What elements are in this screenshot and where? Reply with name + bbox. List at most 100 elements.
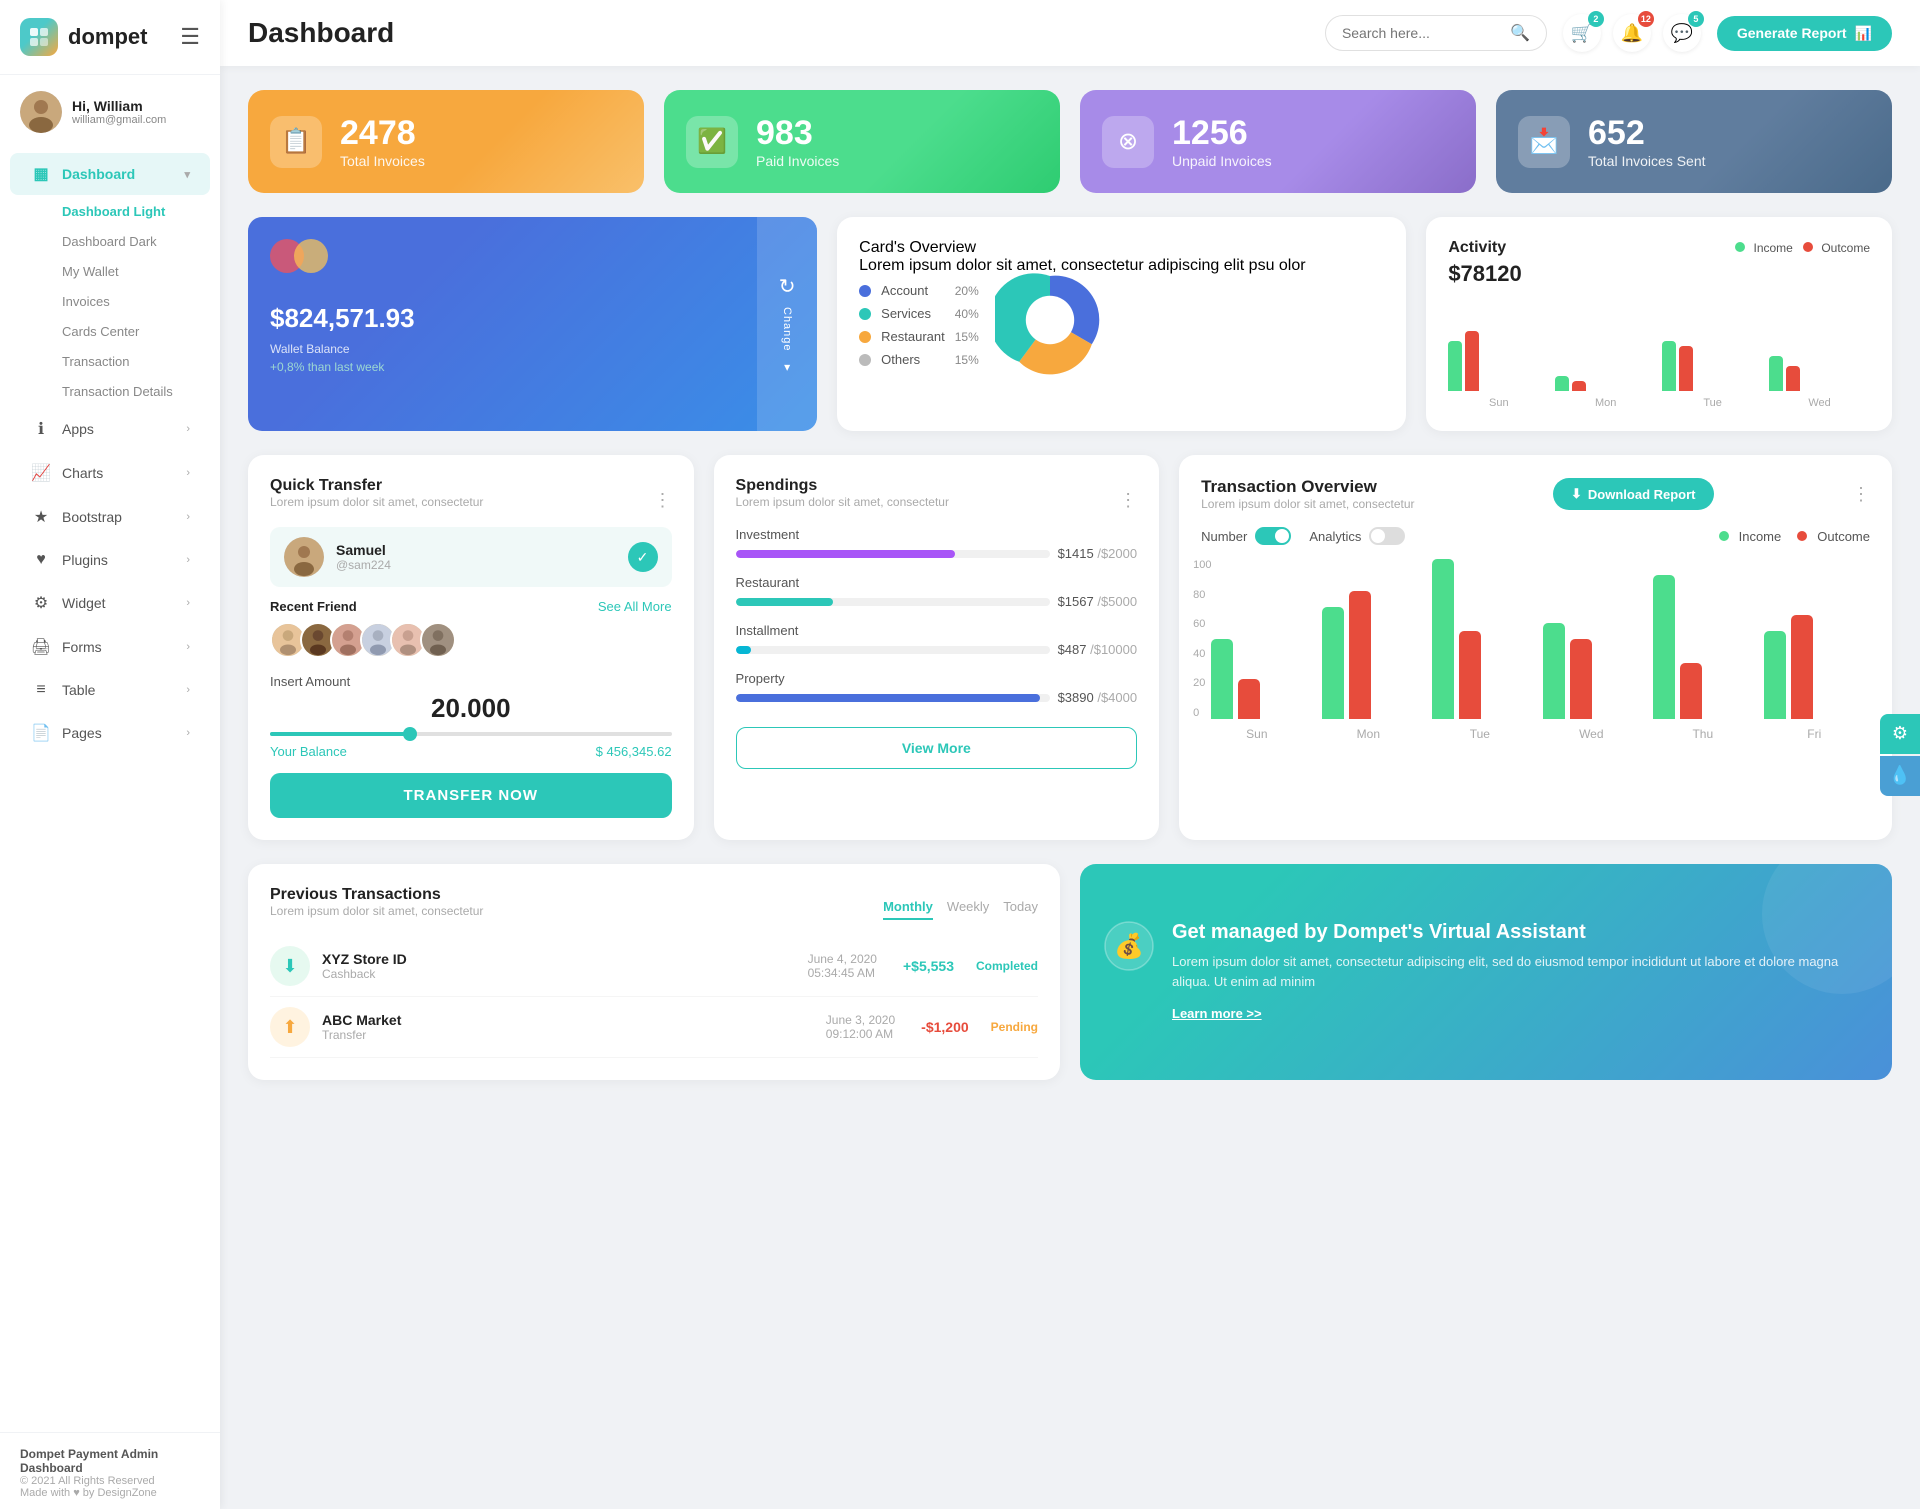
sidebar-item-plugins[interactable]: ♥ Plugins ›: [10, 540, 210, 580]
to-header: Transaction Overview Lorem ipsum dolor s…: [1201, 477, 1870, 511]
pct-restaurant: 15%: [955, 330, 979, 344]
income-legend: Income: [1735, 239, 1793, 257]
label-others: Others: [881, 352, 920, 367]
generate-report-icon: 📊: [1855, 25, 1872, 42]
submenu-cards-center[interactable]: Cards Center: [42, 317, 210, 346]
view-more-button[interactable]: View More: [736, 727, 1138, 769]
widget-label: Widget: [62, 595, 106, 611]
tab-today[interactable]: Today: [1003, 899, 1038, 920]
tx-time-1: 05:34:45 AM: [808, 966, 877, 980]
sidebar-item-table[interactable]: ≡ Table ›: [10, 670, 210, 710]
cart-badge: 2: [1588, 11, 1604, 27]
submenu-transaction-details[interactable]: Transaction Details: [42, 377, 210, 406]
spending-investment-bar-bg: [736, 550, 1050, 558]
pt-tabs: Monthly Weekly Today: [883, 899, 1038, 920]
search-input[interactable]: [1342, 25, 1502, 41]
sidebar-item-dashboard[interactable]: ▦ Dashboard ▾: [10, 153, 210, 195]
sidebar-item-bootstrap[interactable]: ★ Bootstrap ›: [10, 496, 210, 538]
bootstrap-label: Bootstrap: [62, 509, 122, 525]
transaction-overview-menu-icon[interactable]: ⋮: [1852, 484, 1870, 505]
to-income-label: Income: [1739, 529, 1782, 544]
submenu-my-wallet[interactable]: My Wallet: [42, 257, 210, 286]
submenu-dashboard-light[interactable]: Dashboard Light: [42, 197, 210, 226]
spending-property-amount: $3890 /$4000: [1058, 690, 1138, 705]
stat-number-unpaid: 1256: [1172, 114, 1272, 153]
y-label-40: 40: [1193, 648, 1211, 660]
plugins-icon: ♥: [30, 551, 52, 569]
dot-account: [859, 285, 871, 297]
amount-slider[interactable]: [270, 732, 672, 736]
person-info: Samuel @sam224: [336, 542, 391, 572]
download-report-button[interactable]: ⬇ Download Report: [1553, 478, 1714, 510]
dashboard-icon: ▦: [30, 164, 52, 184]
hamburger-menu[interactable]: ☰: [180, 24, 200, 50]
bar-group-mon: [1555, 376, 1656, 391]
submenu-dashboard-dark[interactable]: Dashboard Dark: [42, 227, 210, 256]
toggle-analytics-switch[interactable]: [1369, 527, 1405, 545]
dot-services: [859, 308, 871, 320]
chevron-right-icon: ›: [186, 597, 190, 609]
to-legend: Income Outcome: [1719, 529, 1870, 544]
pie-chart: [995, 265, 1105, 375]
spendings-menu-icon[interactable]: ⋮: [1119, 490, 1137, 511]
sidebar-item-pages[interactable]: 📄 Pages ›: [10, 712, 210, 754]
y-label-100: 100: [1193, 559, 1211, 571]
sidebar-item-forms[interactable]: 🖨 Forms ›: [10, 626, 210, 668]
your-balance-row: Your Balance $ 456,345.62: [270, 744, 672, 759]
sidebar-item-widget[interactable]: ⚙ Widget ›: [10, 582, 210, 624]
toggle-number: Number: [1201, 527, 1291, 545]
spending-installment-bar-fill: [736, 646, 752, 654]
sidebar-item-apps[interactable]: ℹ Apps ›: [10, 408, 210, 450]
submenu-transaction[interactable]: Transaction: [42, 347, 210, 376]
wallet-change-panel[interactable]: ↻ Change ▾: [757, 217, 817, 431]
spending-restaurant-bar-row: $1567 /$5000: [736, 594, 1138, 609]
wallet-overview-row: $824,571.93 Wallet Balance +0,8% than la…: [248, 217, 1892, 431]
lbc-label-thu: Thu: [1647, 727, 1758, 741]
label-sun: Sun: [1448, 397, 1549, 409]
submenu-invoices[interactable]: Invoices: [42, 287, 210, 316]
float-settings-button[interactable]: ⚙: [1880, 714, 1920, 754]
quick-transfer-card: Quick Transfer Lorem ipsum dolor sit ame…: [248, 455, 694, 840]
logo-text: dompet: [68, 24, 147, 50]
y-label-60: 60: [1193, 618, 1211, 630]
lbc-group-sun: [1211, 639, 1307, 719]
qt-title: Quick Transfer: [270, 477, 483, 495]
user-section: Hi, William william@gmail.com: [0, 75, 220, 143]
person-handle: @sam224: [336, 558, 391, 572]
chevron-right-icon: ›: [186, 467, 190, 479]
messages-button[interactable]: 💬 5: [1663, 14, 1701, 52]
chevron-right-icon: ›: [186, 727, 190, 739]
person-name: Samuel: [336, 542, 391, 558]
wallet-balance-label: Wallet Balance: [270, 342, 735, 356]
spending-investment-bar-fill: [736, 550, 956, 558]
to-subtitle: Lorem ipsum dolor sit amet, consectetur: [1201, 497, 1414, 511]
table-label: Table: [62, 682, 95, 698]
see-all-link[interactable]: See All More: [598, 599, 672, 614]
chevron-right-icon: ›: [186, 423, 190, 435]
toggle-number-switch[interactable]: [1255, 527, 1291, 545]
tab-weekly[interactable]: Weekly: [947, 899, 989, 920]
card-overview-title: Card's Overview: [859, 239, 1384, 257]
chevron-right-icon: ›: [186, 554, 190, 566]
sidebar-item-charts[interactable]: 📈 Charts ›: [10, 452, 210, 494]
tab-monthly[interactable]: Monthly: [883, 899, 933, 920]
chevron-right-icon: ›: [186, 511, 190, 523]
dot-restaurant: [859, 331, 871, 343]
float-water-button[interactable]: 💧: [1880, 756, 1920, 796]
wallet-change-btn-label: Change: [781, 307, 793, 352]
sidebar: dompet ☰ Hi, William william@gmail.com ▦…: [0, 0, 220, 1509]
stat-number-total: 2478: [340, 114, 425, 153]
notifications-badge: 12: [1638, 11, 1654, 27]
transfer-now-button[interactable]: TRANSFER NOW: [270, 773, 672, 818]
quick-transfer-menu-icon[interactable]: ⋮: [654, 490, 672, 511]
notifications-button[interactable]: 🔔 12: [1613, 14, 1651, 52]
spending-installment: Installment $487 /$10000: [736, 623, 1138, 657]
label-restaurant: Restaurant: [881, 329, 945, 344]
activity-bar-chart: [1448, 301, 1870, 391]
chart-x-labels: Sun Mon Tue Wed: [1448, 397, 1870, 409]
charts-label: Charts: [62, 465, 103, 481]
spending-investment-total: /$2000: [1097, 546, 1137, 561]
generate-report-button[interactable]: Generate Report 📊: [1717, 16, 1892, 51]
cart-button[interactable]: 🛒 2: [1563, 14, 1601, 52]
va-learn-more-link[interactable]: Learn more >>: [1172, 1006, 1262, 1021]
